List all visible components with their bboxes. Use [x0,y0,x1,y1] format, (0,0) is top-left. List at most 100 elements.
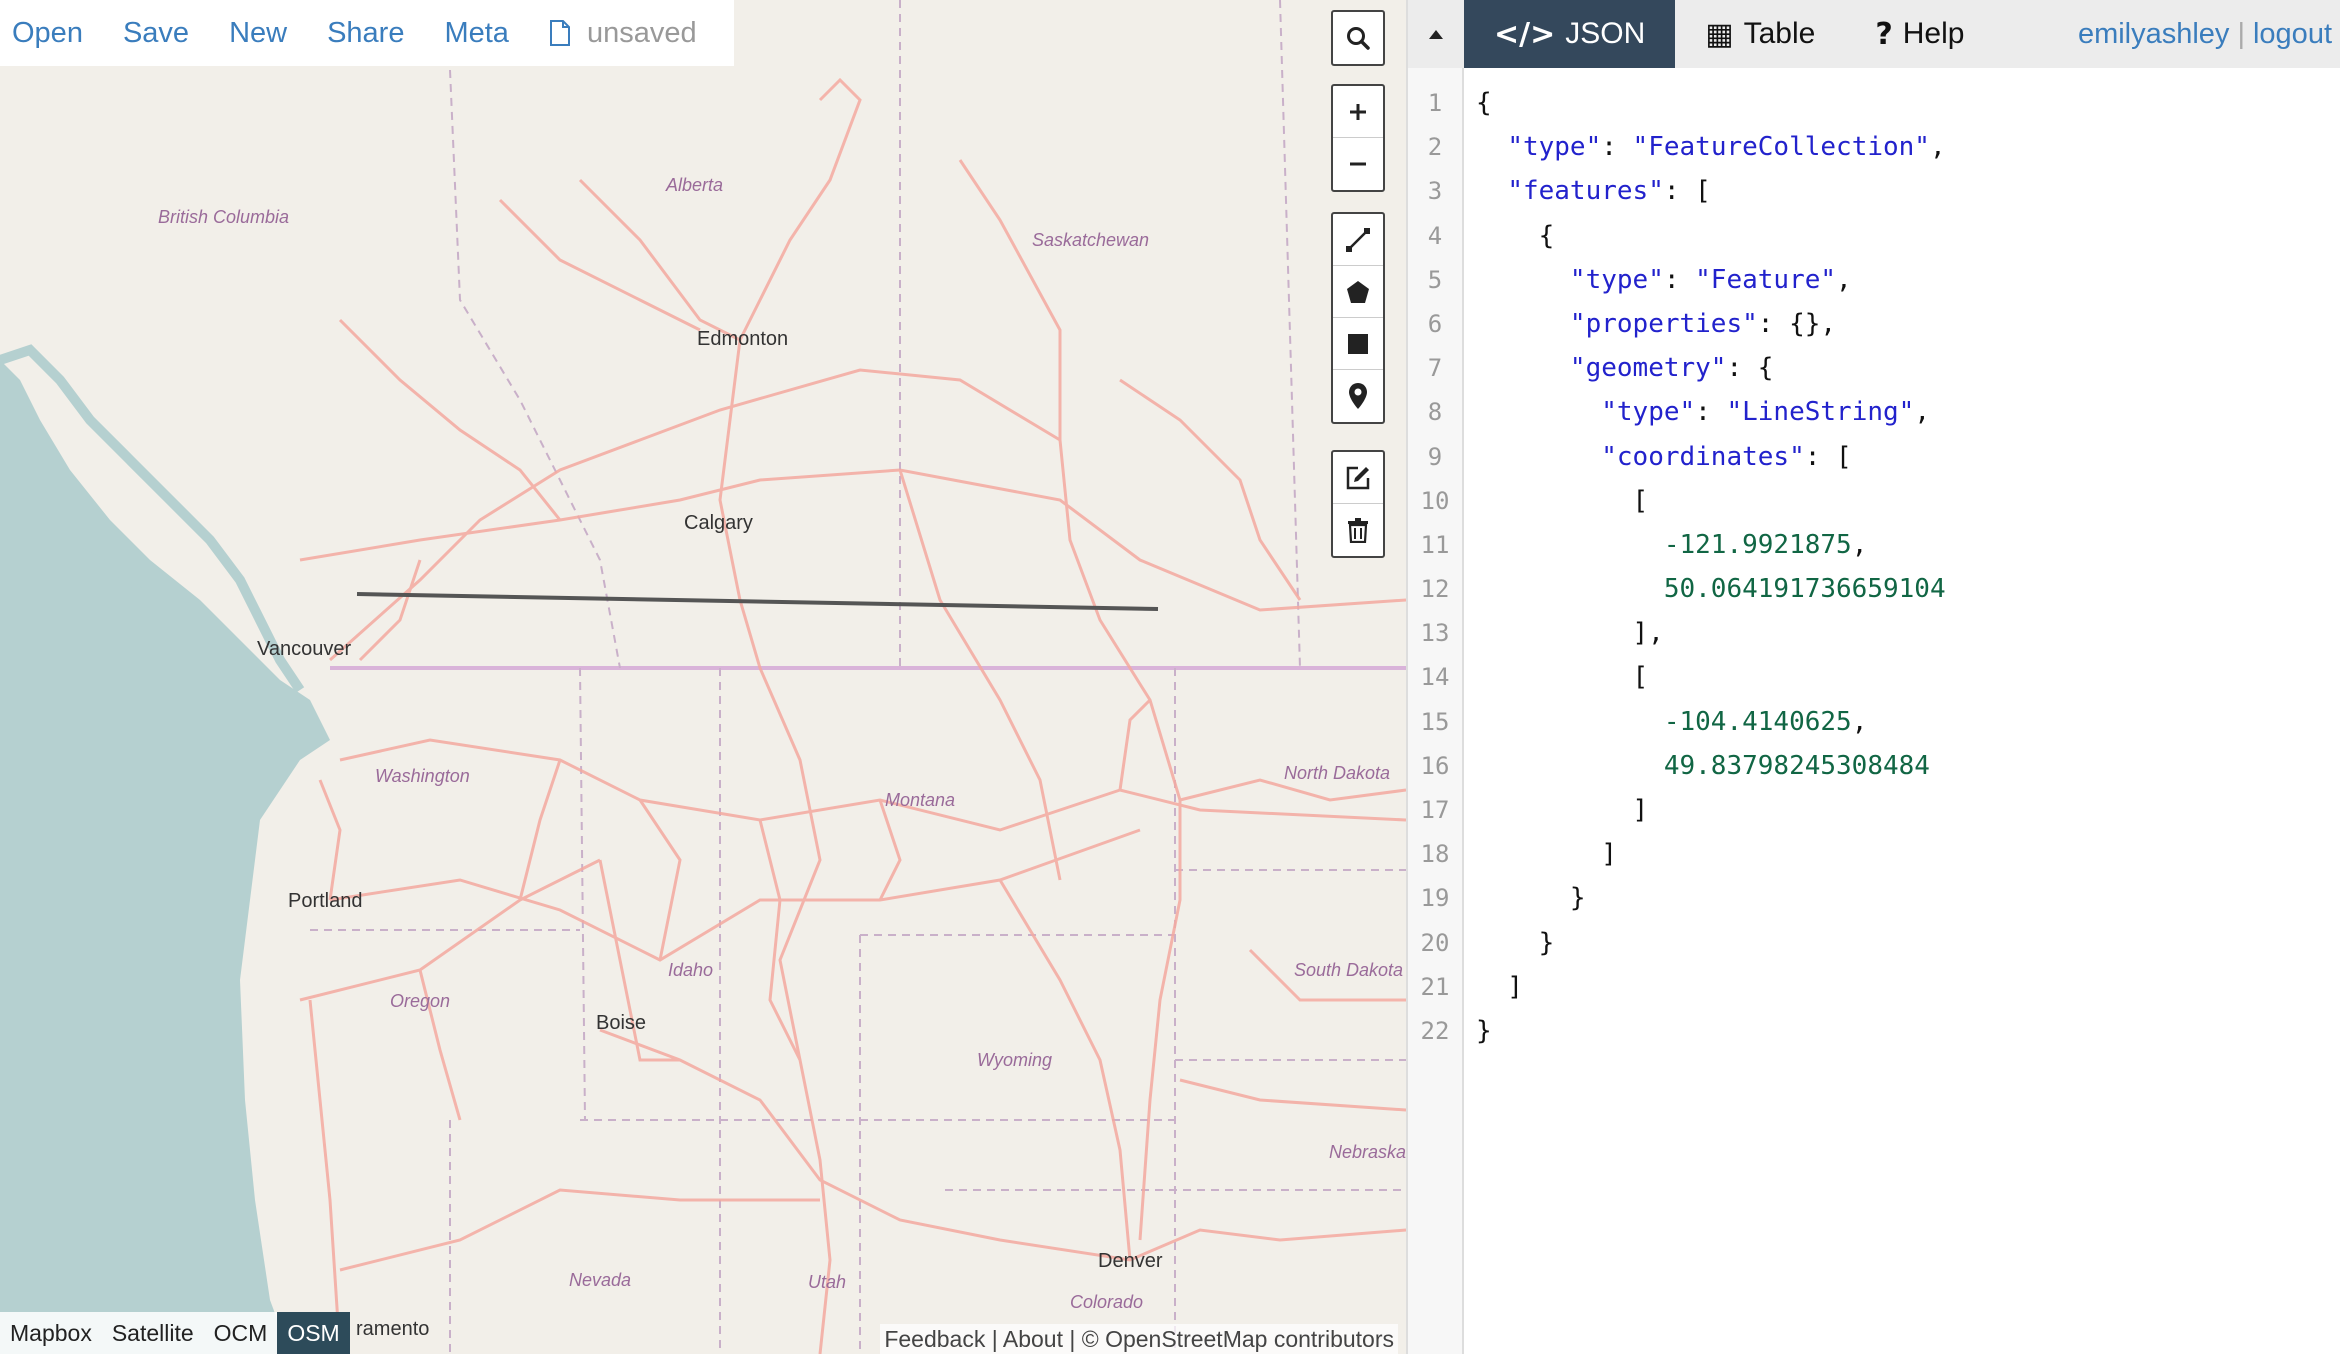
draw-polygon-button[interactable] [1333,266,1383,318]
line-number-gutter: 1 2 3 4 5 6 7 8 9 10 11 12 13 14 15 16 1… [1408,68,1464,1354]
json-key: "type" [1507,132,1602,163]
edit-layers-button[interactable] [1333,452,1383,504]
map-tiles [0,0,1406,1354]
save-status-text: unsaved [586,16,697,49]
map-label-calgary: Calgary [684,512,753,534]
json-number: 49.83798245308484 [1663,750,1930,781]
caret-up-icon [1429,30,1443,39]
line-number: 14 [1420,663,1450,692]
plus-icon [1350,103,1366,120]
tab-help-label: Help [1902,17,1965,50]
json-key: "type" [1569,264,1664,295]
osm-attribution-link[interactable]: © OpenStreetMap contributors [1082,1326,1394,1352]
json-number: 50.064191736659104 [1663,574,1946,605]
map-label-saskatchewan: Saskatchewan [1032,230,1150,250]
map-label-wyoming: Wyoming [977,1050,1053,1070]
line-number: 11 [1420,530,1450,559]
line-number: 3 [1427,177,1443,206]
rectangle-icon [1348,333,1368,354]
map-label-british-columbia: British Columbia [158,207,290,227]
json-string: "Feature" [1695,264,1837,295]
json-key: "properties" [1569,308,1758,339]
map-label-nebraska: Nebraska [1329,1142,1406,1162]
draw-marker-button[interactable] [1333,370,1383,422]
code-line: 49.83798245308484 [1476,744,1946,788]
map-label-nevada: Nevada [569,1270,632,1290]
draw-toolbar [1331,212,1385,424]
layer-satellite[interactable]: Satellite [102,1312,204,1354]
new-button[interactable]: New [229,17,287,50]
table-icon: ▦ [1705,16,1734,52]
feedback-link[interactable]: Feedback [884,1326,985,1352]
code-line: "type": "Feature", [1569,264,1852,295]
code-icon: </> [1494,16,1556,52]
meta-button[interactable]: Meta [444,17,508,50]
open-button[interactable]: Open [12,17,83,50]
json-editor[interactable]: 1 2 3 4 5 6 7 8 9 10 11 12 13 14 15 16 1… [1408,68,2340,1354]
code-line: "coordinates": [ [1601,441,1852,472]
tab-table[interactable]: ▦ Table [1675,0,1845,68]
map-label-utah: Utah [808,1272,847,1292]
collapse-pane-button[interactable] [1408,0,1464,68]
line-number: 13 [1420,619,1450,648]
layer-mapbox[interactable]: Mapbox [0,1312,102,1354]
tab-help[interactable]: ? Help [1845,0,1994,68]
search-button[interactable] [1333,12,1383,64]
map-pin-icon [1349,383,1367,409]
tab-json-label: JSON [1565,17,1646,50]
code-line: "type": "LineString", [1601,397,1930,428]
map-label-denver: Denver [1098,1250,1163,1272]
code-line: 50.064191736659104 [1476,567,1946,611]
line-number: 9 [1427,442,1443,471]
polyline-icon [1346,227,1370,252]
code-line: [ [1476,662,1649,693]
zoom-out-button[interactable] [1333,138,1383,190]
map-label-portland: Portland [288,890,363,912]
line-number: 17 [1420,796,1450,824]
line-number: 6 [1427,309,1443,338]
layer-osm[interactable]: OSM [277,1312,350,1354]
json-string: "LineString" [1726,397,1915,428]
question-icon: ? [1875,16,1893,52]
code-line: "geometry": { [1569,353,1774,384]
line-number: 21 [1420,972,1450,1001]
logout-link[interactable]: logout [2253,18,2332,51]
layer-switcher: Mapbox Satellite OCM OSM [0,1312,350,1354]
code-line: } [1476,1015,1492,1046]
search-control [1331,10,1385,66]
map-canvas[interactable]: British Columbia Alberta Saskatchewan Ed… [0,0,1406,1354]
code-area[interactable]: { "type": "FeatureCollection", "features… [1464,68,1946,1354]
line-number: 2 [1427,133,1443,162]
map-label-colorado: Colorado [1070,1292,1144,1312]
save-button[interactable]: Save [123,17,189,50]
share-button[interactable]: Share [327,17,404,50]
draw-line-button[interactable] [1333,214,1383,266]
json-key: "coordinates" [1601,441,1805,472]
zoom-control [1331,84,1385,192]
map-attribution: Feedback | About | © OpenStreetMap contr… [880,1324,1398,1354]
code-line: -104.4140625, [1663,706,1868,737]
code-line: } [1476,927,1555,958]
map-label-south-dakota: South Dakota [1294,960,1404,980]
zoom-in-button[interactable] [1333,86,1383,138]
delete-layers-button[interactable] [1333,504,1383,556]
drawn-linestring[interactable] [356,592,1159,611]
code-line: ], [1476,618,1664,649]
line-number: 20 [1420,928,1450,957]
document-icon [549,20,570,46]
polygon-icon [1347,280,1369,303]
trash-icon [1348,518,1368,543]
line-number: 5 [1427,265,1443,294]
user-menu: emilyashley | logout [2078,0,2340,68]
line-number: 10 [1420,486,1450,515]
about-link[interactable]: About [1003,1326,1063,1352]
json-number: -121.9921875 [1663,529,1852,560]
draw-rectangle-button[interactable] [1333,318,1383,370]
layer-ocm[interactable]: OCM [204,1312,278,1354]
map-label-north-dakota: North Dakota [1284,763,1391,783]
tab-json[interactable]: </> JSON [1464,0,1676,68]
username-link[interactable]: emilyashley [2078,18,2230,51]
code-line: [ [1476,485,1649,516]
code-line: ] [1476,795,1649,825]
line-number: 12 [1420,575,1450,604]
